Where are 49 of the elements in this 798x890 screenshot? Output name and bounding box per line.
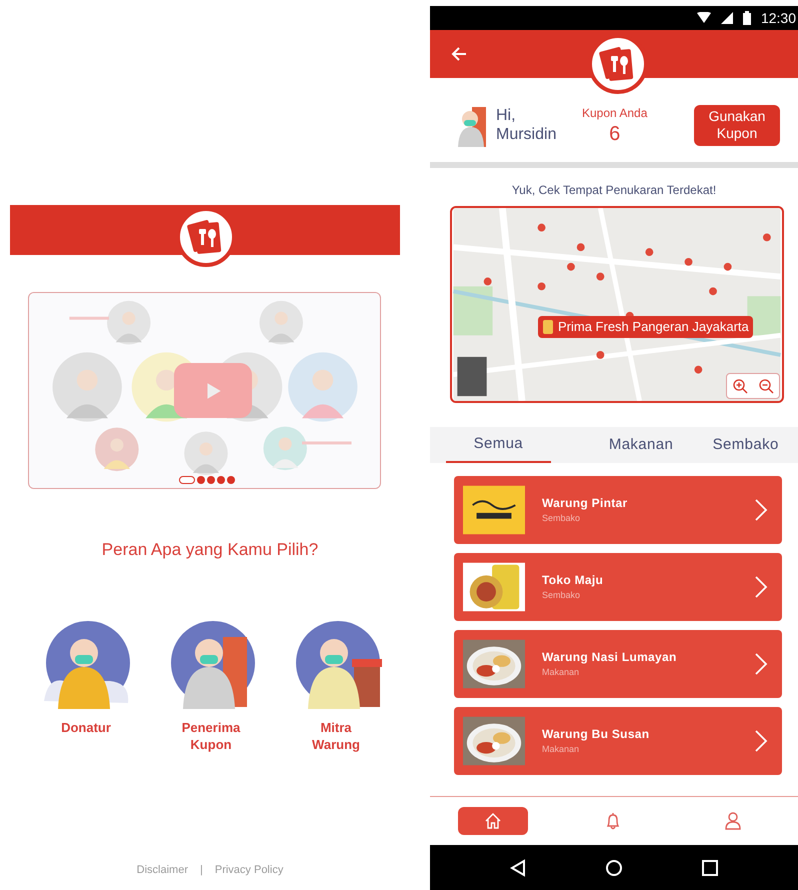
status-time: 12:30 (760, 8, 796, 28)
battery-icon (742, 11, 751, 25)
nav-button[interactable] (458, 807, 528, 835)
store-card[interactable]: Toko Maju Sembako (454, 553, 782, 621)
coupon-label: Kupon Anda (582, 105, 648, 122)
map[interactable]: Prima Fresh Pangeran Jayakarta (450, 206, 784, 403)
recents-icon[interactable] (701, 858, 719, 876)
role-option[interactable]: Penerima Kupon (173, 718, 249, 752)
store-category: Makanan (542, 666, 580, 680)
store-icon (542, 320, 554, 334)
role-option[interactable]: Donatur (48, 718, 124, 736)
chevron-right-icon (754, 498, 768, 522)
footer-link[interactable]: Disclaimer (136, 862, 188, 878)
store-category: Sembako (542, 589, 582, 602)
wifi-icon (696, 12, 711, 24)
greeting: Hi, Mursidin (496, 106, 558, 144)
use-coupon-button[interactable]: Gunakan Kupon (694, 104, 780, 146)
coupon-count: 6 (609, 122, 620, 146)
back-button[interactable] (450, 45, 468, 63)
store-name: Toko Maju (542, 572, 604, 590)
map-heading: Yuk, Cek Tempat Penukaran Terdekat! (510, 182, 718, 199)
zoom-in-icon (732, 378, 748, 394)
role-option[interactable]: Mitra Warung (298, 718, 374, 752)
store-name: Warung Pintar (542, 495, 628, 512)
footer-link[interactable]: Privacy Policy (214, 862, 284, 878)
chevron-right-icon (754, 575, 768, 599)
heading: Peran Apa yang Kamu Pilih? (100, 539, 320, 561)
map-callout[interactable]: Prima Fresh Pangeran Jayakarta (538, 316, 753, 338)
home-circle-icon[interactable] (605, 858, 623, 876)
back-arrow-icon (450, 45, 468, 63)
store-card[interactable]: Warung Pintar Sembako (454, 476, 782, 544)
store-card[interactable]: Warung Nasi Lumayan Makanan (454, 630, 782, 698)
separator: | (200, 862, 203, 878)
map-callout-label: Prima Fresh Pangeran Jayakarta (558, 318, 749, 336)
store-name: Warung Bu Susan (542, 726, 650, 744)
chevron-right-icon (754, 652, 768, 676)
tab[interactable]: Makanan (588, 427, 694, 463)
tab[interactable]: Semua (446, 427, 551, 463)
signal-icon (720, 12, 733, 24)
store-name: Warung Nasi Lumayan (542, 649, 677, 666)
store-card[interactable]: Warung Bu Susan Makanan (454, 707, 782, 775)
zoom-out-icon (758, 378, 774, 394)
store-category: Sembako (542, 512, 582, 526)
home-icon (483, 811, 503, 831)
user-icon (723, 811, 743, 831)
chevron-right-icon (754, 729, 768, 753)
back-icon[interactable] (509, 858, 527, 876)
store-category: Makanan (542, 743, 580, 756)
tab[interactable]: Sembako (693, 427, 798, 463)
